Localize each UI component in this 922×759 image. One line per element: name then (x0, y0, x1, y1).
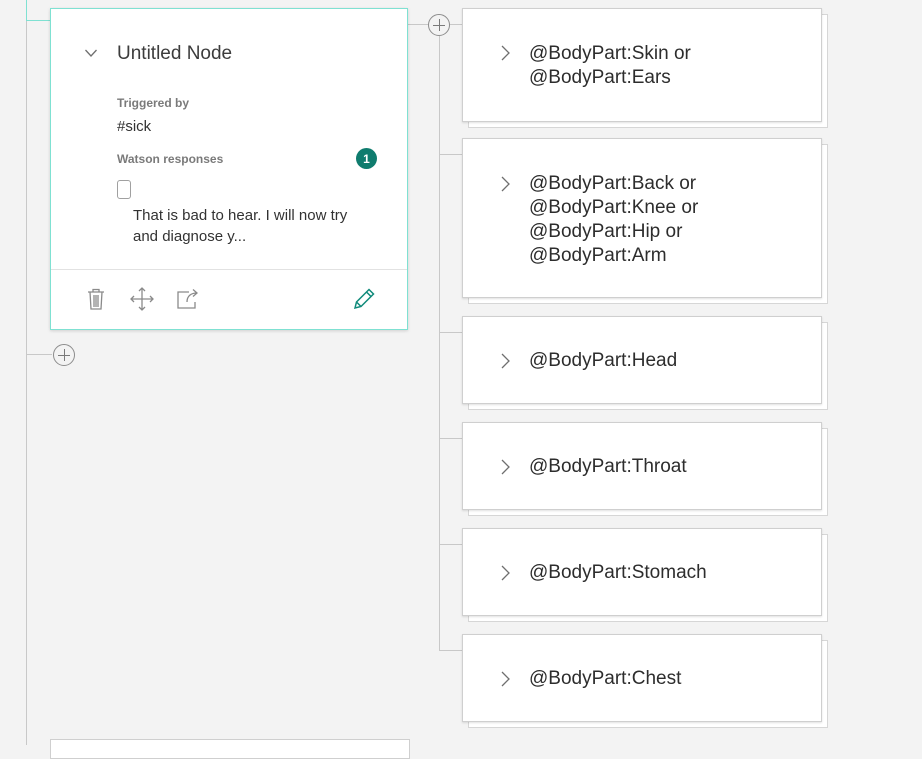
pencil-icon[interactable] (351, 286, 377, 312)
chevron-right-icon[interactable] (499, 565, 511, 581)
responses-count-badge: 1 (356, 148, 377, 169)
tree-connector-main (26, 0, 27, 745)
selected-connector-vertical (26, 0, 27, 21)
sibling-connector (26, 354, 52, 355)
child-node[interactable]: @BodyPart:Throat (462, 422, 822, 510)
watson-responses-label: Watson responses (117, 152, 224, 166)
card-divider (51, 269, 407, 270)
selected-connector-top (26, 20, 50, 21)
add-sibling-node-button[interactable] (53, 344, 75, 366)
children-connector-vertical (439, 36, 440, 650)
response-type-icon (117, 180, 131, 199)
child-connector-horizontal (408, 24, 428, 25)
jump-to-icon[interactable] (175, 286, 201, 312)
chevron-right-icon[interactable] (499, 459, 511, 475)
chevron-right-icon[interactable] (499, 45, 511, 61)
node-card-expanded[interactable]: Untitled Node Triggered by #sick Watson … (50, 8, 408, 330)
child-node-condition: @BodyPart:Throat (529, 456, 687, 477)
child-node[interactable]: @BodyPart:Head (462, 316, 822, 404)
add-child-node-button[interactable] (428, 14, 450, 36)
child-node[interactable]: @BodyPart:Skin or @BodyPart:Ears (462, 8, 822, 122)
child-node[interactable]: @BodyPart:Chest (462, 634, 822, 722)
child-branch-2 (439, 154, 462, 155)
trash-icon[interactable] (83, 286, 109, 312)
child-node-condition: @BodyPart:Back or @BodyPart:Knee or @Bod… (529, 173, 699, 266)
chevron-right-icon[interactable] (499, 176, 511, 192)
child-node[interactable]: @BodyPart:Stomach (462, 528, 822, 616)
child-node-condition: @BodyPart:Stomach (529, 562, 707, 583)
child-branch-4 (439, 438, 462, 439)
trigger-condition: #sick (117, 118, 152, 135)
child-connector-horizontal-2 (450, 24, 462, 25)
chevron-right-icon[interactable] (499, 671, 511, 687)
next-node-card[interactable] (50, 739, 410, 759)
child-branch-6 (439, 650, 462, 651)
triggered-by-label: Triggered by (117, 96, 190, 110)
move-icon[interactable] (129, 286, 155, 312)
chevron-right-icon[interactable] (499, 353, 511, 369)
child-node[interactable]: @BodyPart:Back or @BodyPart:Knee or @Bod… (462, 138, 822, 298)
child-node-condition: @BodyPart:Chest (529, 668, 682, 689)
child-branch-3 (439, 332, 462, 333)
response-preview: That is bad to hear. I will now try and … (133, 207, 348, 245)
child-branch-5 (439, 544, 462, 545)
node-title[interactable]: Untitled Node (117, 43, 232, 65)
chevron-down-icon[interactable] (85, 47, 97, 59)
child-node-condition: @BodyPart:Head (529, 350, 678, 371)
child-node-condition: @BodyPart:Skin or @BodyPart:Ears (529, 43, 691, 88)
